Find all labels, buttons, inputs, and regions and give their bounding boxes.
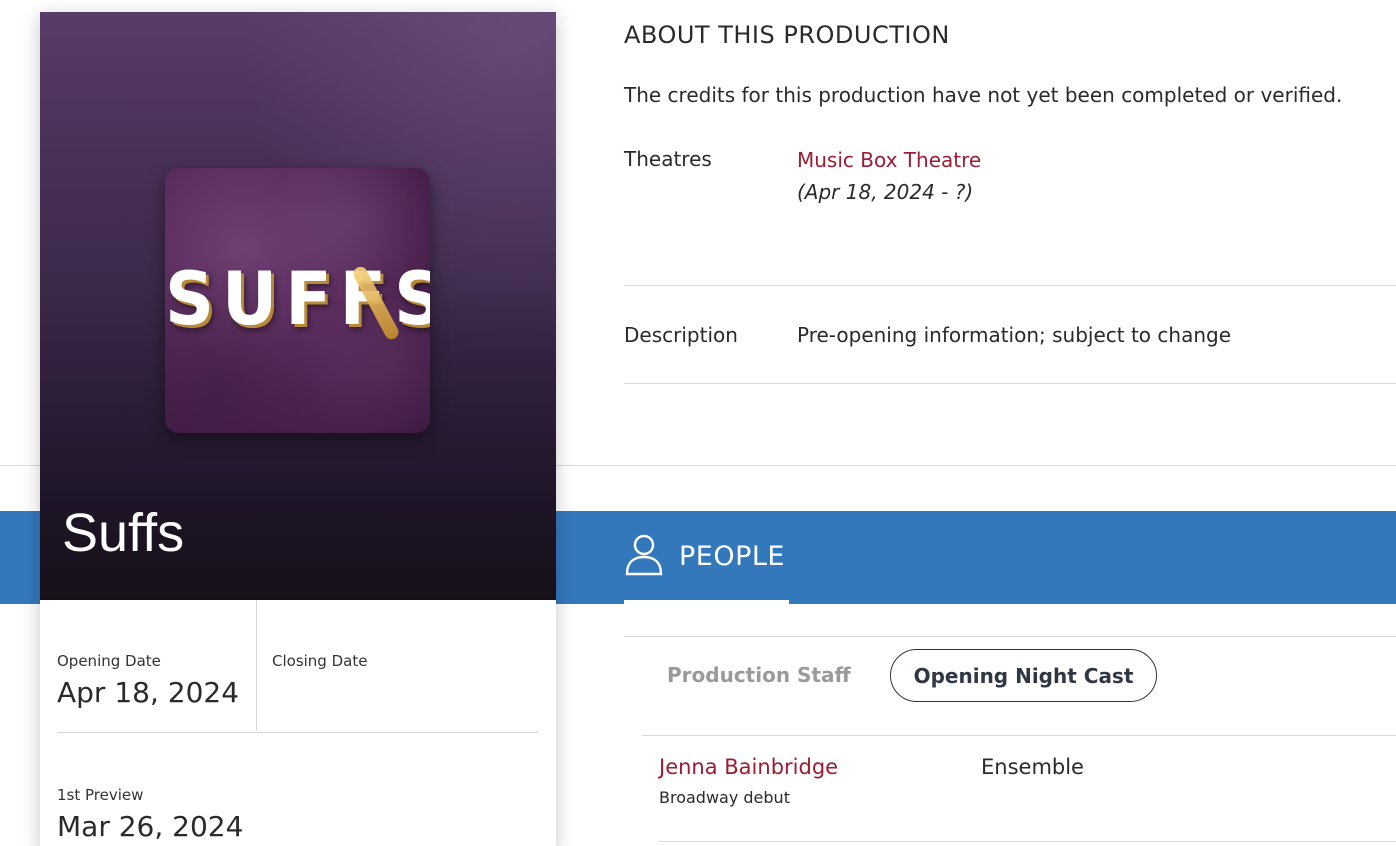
- cast-member-link[interactable]: Jenna Bainbridge: [659, 755, 838, 779]
- tab-production-staff[interactable]: Production Staff: [648, 649, 870, 702]
- credits-note: The credits for this production have not…: [624, 83, 1343, 107]
- people-heading[interactable]: PEOPLE: [679, 541, 785, 572]
- theatre-link[interactable]: Music Box Theatre: [797, 148, 981, 172]
- divider: [624, 636, 1396, 637]
- divider: [624, 383, 1396, 384]
- first-preview-date: 1st Preview Mar 26, 2024: [57, 786, 243, 843]
- person-icon: [625, 534, 663, 576]
- people-tab-indicator: [624, 600, 789, 604]
- cast-member-note: Broadway debut: [659, 788, 790, 807]
- show-card: SUFFS Suffs Opening Date Apr 18, 2024 Cl…: [40, 12, 556, 846]
- divider: [624, 285, 1396, 286]
- first-preview-value: Mar 26, 2024: [57, 810, 244, 843]
- first-preview-label: 1st Preview: [57, 786, 144, 804]
- cast-list-item: Jenna Bainbridge Broadway debut Ensemble: [642, 736, 1396, 842]
- opening-date-label: Opening Date: [57, 652, 161, 670]
- show-title: Suffs: [62, 503, 185, 563]
- divider: [256, 600, 257, 731]
- divider: [659, 841, 1396, 842]
- description-label: Description: [624, 323, 738, 347]
- divider: [57, 732, 538, 733]
- show-hero: SUFFS Suffs: [40, 12, 556, 600]
- closing-date: Closing Date: [272, 652, 367, 676]
- opening-date: Opening Date Apr 18, 2024: [57, 652, 239, 709]
- theatres-label: Theatres: [624, 147, 712, 171]
- about-heading: ABOUT THIS PRODUCTION: [624, 21, 950, 49]
- opening-date-value: Apr 18, 2024: [57, 676, 240, 709]
- closing-date-label: Closing Date: [272, 652, 368, 670]
- description-value: Pre-opening information; subject to chan…: [797, 323, 1231, 347]
- show-poster[interactable]: SUFFS: [165, 168, 430, 433]
- tab-opening-night-cast[interactable]: Opening Night Cast: [890, 649, 1157, 702]
- theatre-dates: (Apr 18, 2024 - ?): [797, 180, 974, 204]
- cast-member-role: Ensemble: [981, 755, 1084, 779]
